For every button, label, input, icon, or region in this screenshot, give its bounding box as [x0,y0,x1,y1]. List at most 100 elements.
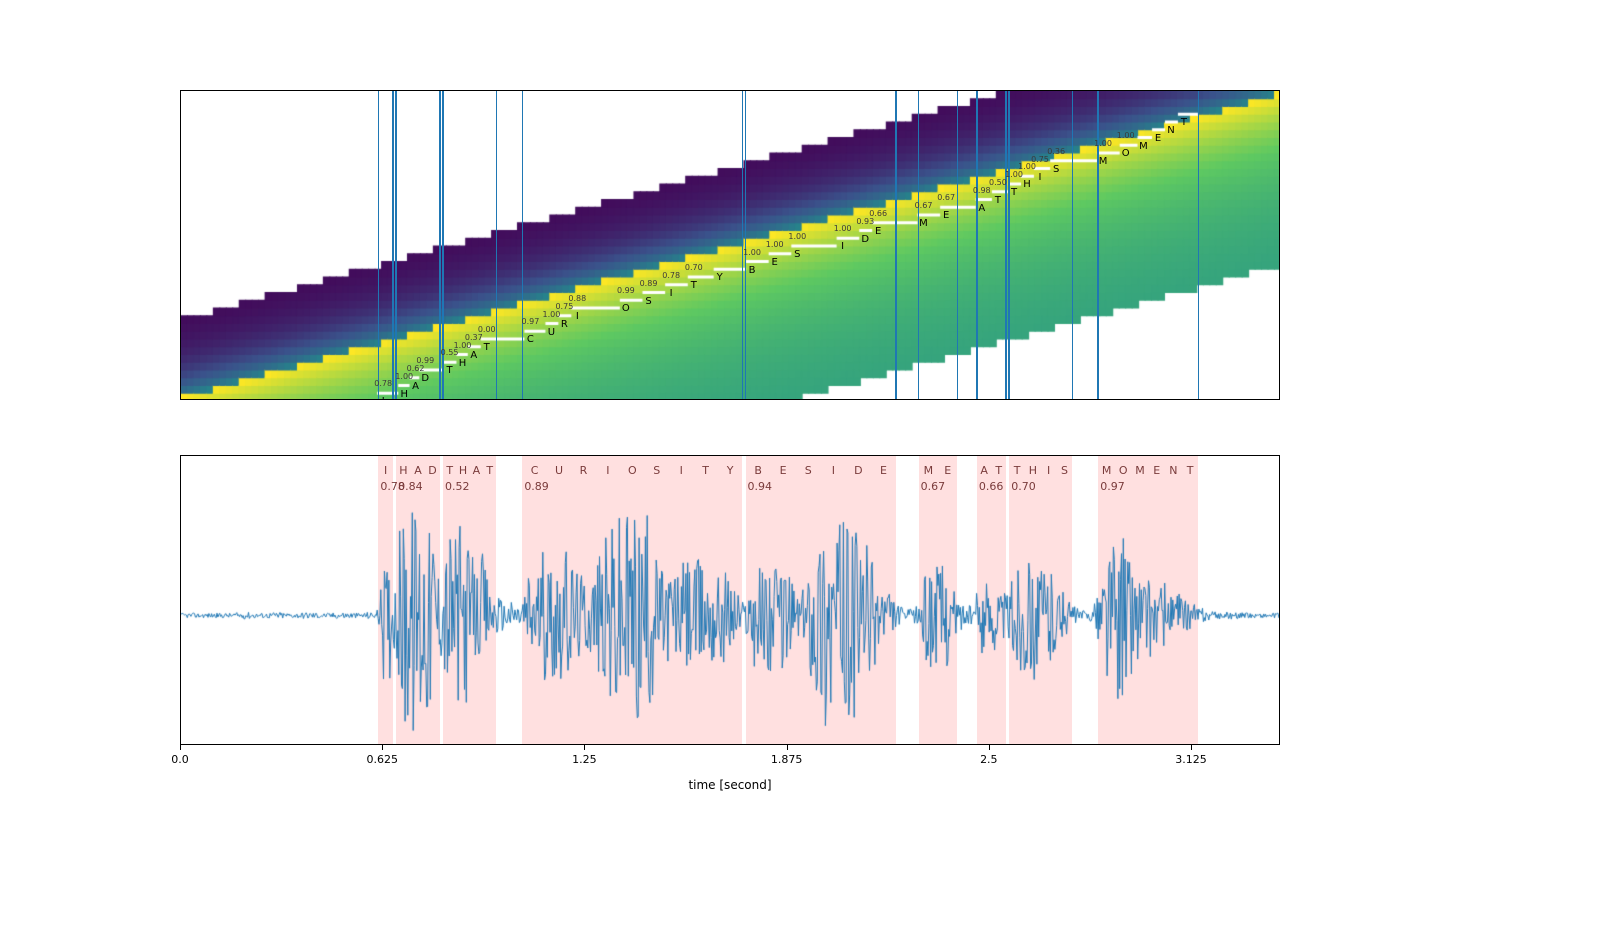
x-tick-label: 1.25 [572,753,597,766]
waveform-panel: I0.78HAD0.84THAT0.52CURIOSITY0.89BESIDE0… [180,455,1280,745]
token-char: A [470,350,477,361]
word-boundary-line [1198,91,1200,399]
word-letter: U [555,464,563,477]
token-score: 0.62 [407,364,425,373]
token-char: T [691,280,697,291]
token-char: S [794,249,800,260]
word-letter: N [1169,464,1177,477]
token-char: H [400,389,408,400]
word-boundary-line [395,91,397,399]
token-char: N [1167,125,1174,136]
word-letter: Y [727,464,734,477]
token-char: O [622,303,630,314]
token-score: 0.93 [856,217,874,226]
word-boundary-line [957,91,959,399]
token-score: 0.88 [568,294,586,303]
word-boundary-line [378,91,380,399]
word-letter: T [702,464,709,477]
token-score: 0.99 [416,356,434,365]
token-score: 0.75 [1031,155,1049,164]
token-char: S [1053,164,1059,175]
token-char: E [875,226,881,237]
word-letter: D [428,464,436,477]
token-score: 1.00 [1094,139,1112,148]
word-letter: A [473,464,481,477]
word-letter: S [1061,464,1068,477]
token-char: E [772,257,778,268]
token-score: 0.67 [937,193,955,202]
word-boundary-line [976,91,978,399]
token-char: M [919,218,928,229]
word-letter: I [832,464,835,477]
x-tick-mark [584,745,585,750]
token-char: U [548,327,555,338]
word-boundary-line [742,91,744,399]
word-boundary-line [1097,91,1099,399]
token-char: H [459,358,467,369]
token-char: Y [717,272,723,283]
token-char: T [446,365,452,376]
token-score: 0.55 [441,348,459,357]
word-letter: T [995,464,1002,477]
token-char: T [995,195,1001,206]
word-letter: M [924,464,934,477]
x-tick-label: 3.125 [1175,753,1207,766]
word-score: 0.66 [979,480,1004,493]
word-boundary-line [918,91,920,399]
word-boundary-line [745,91,747,399]
word-letter: H [1029,464,1037,477]
word-letter: A [414,464,422,477]
token-score: 0.70 [685,263,703,272]
word-score: 0.89 [524,480,549,493]
word-score: 0.94 [748,480,773,493]
token-score: 0.37 [465,333,483,342]
token-char: B [749,265,756,276]
token-char: M [1099,156,1108,167]
token-score: 1.00 [543,310,561,319]
token-score: 1.00 [454,341,472,350]
token-score: 0.75 [555,302,573,311]
token-score: 0.66 [869,209,887,218]
token-score: 1.00 [766,240,784,249]
word-letter: E [780,464,787,477]
token-score: 0.98 [973,186,991,195]
word-letter: R [580,464,588,477]
token-char: I [841,241,844,252]
token-score: 0.78 [662,271,680,280]
x-tick-mark [180,745,181,750]
token-char: I [670,288,673,299]
token-char: T [1181,117,1187,128]
token-char: M [1139,141,1148,152]
word-letter: H [459,464,467,477]
word-boundary-line [895,91,897,399]
word-letter: B [754,464,762,477]
word-letter: I [606,464,609,477]
word-letter: O [1119,464,1128,477]
token-score: 1.00 [834,224,852,233]
word-boundary-line [496,91,498,399]
token-char: R [561,319,568,330]
token-score: 1.00 [395,372,413,381]
word-letter: T [1014,464,1021,477]
word-score: 0.70 [1011,480,1036,493]
word-letter: M [1102,464,1112,477]
x-tick-mark [1191,745,1192,750]
word-letter: T [486,464,493,477]
word-letter: D [854,464,862,477]
word-letter: I [384,464,387,477]
word-labels-layer: I0.78HAD0.84THAT0.52CURIOSITY0.89BESIDE0… [181,456,1279,744]
token-score: 1.00 [1117,131,1135,140]
word-boundary-line [1072,91,1074,399]
token-score: 0.89 [640,279,658,288]
word-letter: C [531,464,539,477]
token-char: E [1155,133,1161,144]
token-char: I [576,311,579,322]
token-char: A [412,381,419,392]
word-letter: M [1135,464,1145,477]
word-letter: E [1153,464,1160,477]
token-score: 0.67 [915,201,933,210]
word-letter: I [1047,464,1050,477]
token-char: O [1122,148,1130,159]
word-boundary-line [522,91,524,399]
token-char: D [861,234,869,245]
